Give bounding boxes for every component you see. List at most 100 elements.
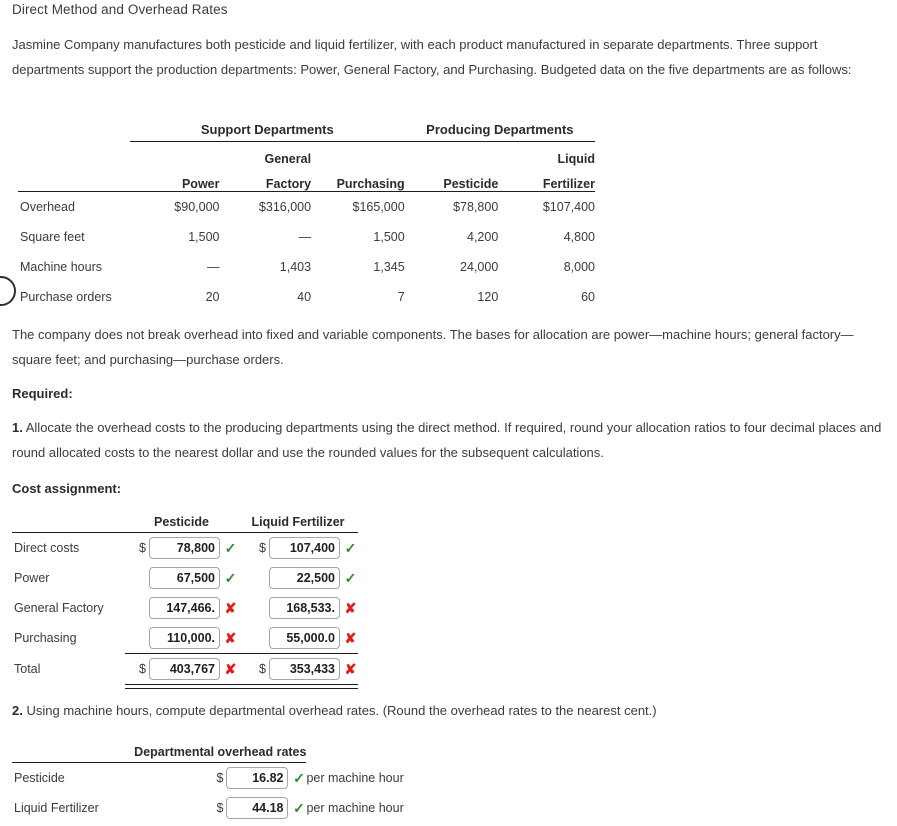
row-label-machine-hours: Machine hours xyxy=(20,260,102,274)
col-header-pesticide: Pesticide xyxy=(443,177,499,191)
cost-row-label-general-factory: General Factory xyxy=(14,601,104,615)
cell-square-feet-liquid-fertilizer: 4,800 xyxy=(563,230,595,244)
cost-cell-direct-costs-pesticide: $ ✓ xyxy=(125,533,238,563)
input-total-pesticide[interactable] xyxy=(149,658,220,680)
input-purchasing-pesticide[interactable] xyxy=(149,627,220,649)
row-label-overhead: Overhead xyxy=(20,200,75,214)
input-power-pesticide[interactable] xyxy=(149,567,220,589)
table-row: Direct costs $ ✓ $ ✓ xyxy=(12,533,358,563)
rates-cell-pesticide: $ ✓ xyxy=(134,763,306,793)
cell-square-feet-power: 1,500 xyxy=(188,230,220,244)
rates-header: Departmental overhead rates xyxy=(134,745,307,759)
page-edge-circle-artifact xyxy=(0,276,16,306)
table-row: General Factory $ ✘ $ ✘ xyxy=(12,593,358,623)
cell-square-feet-purchasing: 1,500 xyxy=(373,230,405,244)
cost-cell-power-liquid-fertilizer: $ ✓ xyxy=(238,563,358,593)
column-header-row-2: Power Factory Purchasing Pesticide Ferti… xyxy=(18,167,595,191)
total-bottom-rule-row xyxy=(12,684,358,689)
col-header-power: Power xyxy=(181,177,220,191)
table-row: Machine hours — 1,403 1,345 24,000 8,000 xyxy=(18,252,595,282)
page-title: Direct Method and Overhead Rates xyxy=(12,2,228,17)
question-2-text: Using machine hours, compute departmenta… xyxy=(26,703,657,718)
cell-machine-hours-purchasing: 1,345 xyxy=(373,260,405,274)
col-header-purchasing: Purchasing xyxy=(336,177,405,191)
check-icon: ✓ xyxy=(224,570,237,586)
rates-unit-pesticide: per machine hour xyxy=(306,771,404,785)
cost-row-label-direct-costs: Direct costs xyxy=(14,541,80,555)
col-header-purchasing-line1 xyxy=(311,142,405,167)
cost-row-label-purchasing: Purchasing xyxy=(14,631,77,645)
question-1: 1. Allocate the overhead costs to the pr… xyxy=(12,415,884,465)
input-direct-costs-liquid-fertilizer[interactable] xyxy=(269,537,340,559)
question-2-number: 2. xyxy=(12,703,23,718)
input-power-liquid-fertilizer[interactable] xyxy=(269,567,340,589)
table-row: Square feet 1,500 — 1,500 4,200 4,800 xyxy=(18,222,595,252)
table-row: Power $ ✓ $ ✓ xyxy=(12,563,358,593)
cross-icon: ✘ xyxy=(344,630,357,646)
input-rate-pesticide[interactable] xyxy=(226,767,289,789)
cell-square-feet-general-factory: — xyxy=(298,230,312,244)
cell-overhead-pesticide: $78,800 xyxy=(453,200,499,214)
cost-row-label-power: Power xyxy=(14,571,50,585)
cost-cell-total-liquid-fertilizer: $ ✘ xyxy=(238,654,358,684)
input-general-factory-liquid-fertilizer[interactable] xyxy=(269,597,340,619)
group-header-producing: Producing Departments xyxy=(426,122,574,137)
question-1-number: 1. xyxy=(12,420,23,435)
rates-header-row: Departmental overhead rates xyxy=(12,735,422,762)
cell-purchase-orders-pesticide: 120 xyxy=(477,290,499,304)
cross-icon: ✘ xyxy=(224,630,237,646)
check-icon: ✓ xyxy=(293,770,305,786)
input-direct-costs-pesticide[interactable] xyxy=(149,537,220,559)
currency-symbol: $ xyxy=(216,771,224,785)
total-double-rule xyxy=(125,684,358,689)
question-2: 2. Using machine hours, compute departme… xyxy=(12,698,884,723)
cross-icon: ✘ xyxy=(344,600,357,616)
column-header-row-1: General Liquid xyxy=(18,142,596,167)
cell-machine-hours-general-factory: 1,403 xyxy=(279,260,312,274)
cross-icon: ✘ xyxy=(224,661,237,677)
cost-row-label-total: Total xyxy=(14,662,41,676)
cost-cell-total-pesticide: $ ✘ xyxy=(125,654,238,684)
required-label: Required: xyxy=(12,386,73,401)
table-row: Overhead $90,000 $316,000 $165,000 $78,8… xyxy=(18,192,595,222)
col-header-liquid-fertilizer: Fertilizer xyxy=(542,177,595,191)
cell-overhead-liquid-fertilizer: $107,400 xyxy=(542,200,595,214)
cost-cell-power-pesticide: $ ✓ xyxy=(125,563,238,593)
cell-overhead-power: $90,000 xyxy=(174,200,220,214)
row-label-purchase-orders: Purchase orders xyxy=(20,290,112,304)
cell-purchase-orders-general-factory: 40 xyxy=(297,290,312,304)
rates-unit-liquid-fertilizer: per machine hour xyxy=(306,801,404,815)
input-rate-liquid-fertilizer[interactable] xyxy=(226,797,289,819)
worksheet-page: Direct Method and Overhead Rates Jasmine… xyxy=(0,0,897,826)
cell-machine-hours-power: — xyxy=(206,260,220,274)
departmental-overhead-rates-table: Departmental overhead rates Pesticide $ … xyxy=(12,735,422,823)
cell-machine-hours-pesticide: 24,000 xyxy=(460,260,499,274)
cell-purchase-orders-purchasing: 7 xyxy=(397,290,405,304)
input-general-factory-pesticide[interactable] xyxy=(149,597,220,619)
input-purchasing-liquid-fertilizer[interactable] xyxy=(269,627,340,649)
check-icon: ✓ xyxy=(344,540,357,556)
cost-header-row: Pesticide Liquid Fertilizer xyxy=(12,505,358,532)
cross-icon: ✘ xyxy=(224,600,237,616)
check-icon: ✓ xyxy=(224,540,237,556)
cross-icon: ✘ xyxy=(344,661,357,677)
cell-purchase-orders-liquid-fertilizer: 60 xyxy=(581,290,595,304)
input-total-liquid-fertilizer[interactable] xyxy=(269,658,340,680)
question-1-text: Allocate the overhead costs to the produ… xyxy=(12,420,882,460)
rates-row-label-liquid-fertilizer: Liquid Fertilizer xyxy=(14,801,99,815)
cost-cell-direct-costs-liquid-fertilizer: $ ✓ xyxy=(238,533,358,563)
col-header-general-factory-line1: General xyxy=(264,152,312,166)
check-icon: ✓ xyxy=(293,800,305,816)
table-row: Pesticide $ ✓ per machine hour xyxy=(12,763,422,793)
table-row: Purchasing $ ✘ $ ✘ xyxy=(12,623,358,653)
cost-cell-general-factory-liquid-fertilizer: $ ✘ xyxy=(238,593,358,623)
cell-machine-hours-liquid-fertilizer: 8,000 xyxy=(563,260,595,274)
table-row: Purchase orders 20 40 7 120 60 xyxy=(18,282,595,312)
currency-symbol: $ xyxy=(139,662,146,676)
col-header-general-factory: Factory xyxy=(265,177,312,191)
rates-cell-liquid-fertilizer: $ ✓ xyxy=(134,793,306,823)
cost-cell-general-factory-pesticide: $ ✘ xyxy=(125,593,238,623)
cell-overhead-general-factory: $316,000 xyxy=(258,200,312,214)
currency-symbol: $ xyxy=(139,541,146,555)
cost-assignment-table: Pesticide Liquid Fertilizer Direct costs… xyxy=(12,505,358,689)
